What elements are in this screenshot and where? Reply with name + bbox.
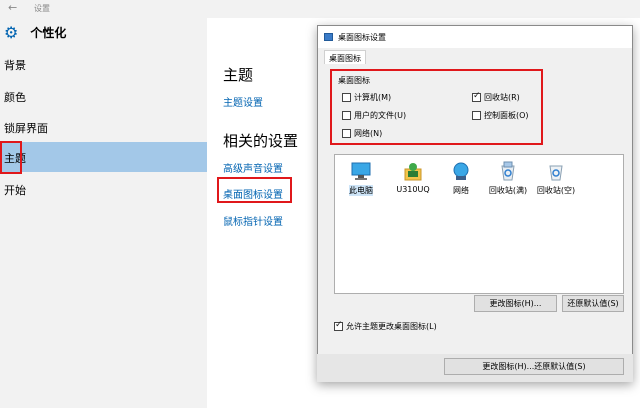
recycle-bin-empty-icon — [549, 165, 563, 181]
icon-network[interactable]: 网络 — [439, 161, 483, 196]
icon-recycle-bin-full[interactable]: 回收站(满) — [486, 161, 530, 196]
network-icon — [453, 162, 469, 180]
screen: ← 设置 ⚙ 个性化 背景 颜色 锁屏界面 主题 开始 主题 主题设置 相关的设… — [0, 0, 640, 408]
icon-list: 此电脑 U310UQ 网络 回收站(满) 回收站(空) — [334, 154, 624, 294]
tab-desktop-icons[interactable]: 桌面图标 — [324, 50, 366, 64]
gear-icon: ⚙ — [4, 22, 19, 42]
sidebar-header: ⚙ 个性化 — [4, 24, 66, 41]
footer-button[interactable]: 更改图标(H)...还原默认值(S) — [444, 358, 624, 375]
mouse-pointer-link[interactable]: 鼠标指针设置 — [223, 213, 283, 228]
highlight-box-desktop-icon-link — [217, 177, 292, 203]
icon-recycle-bin-empty-label: 回收站(空) — [536, 186, 576, 195]
icon-this-pc[interactable]: 此电脑 — [339, 161, 383, 196]
highlight-box-desktop-icons-group — [330, 69, 543, 145]
computer-icon — [351, 162, 371, 180]
sidebar-item-themes[interactable]: 主题 — [0, 142, 207, 172]
icon-user-folder[interactable]: U310UQ — [391, 161, 435, 194]
checkbox-allow-themes-box[interactable] — [334, 320, 343, 331]
icon-network-label: 网络 — [453, 186, 469, 195]
theme-heading: 主题 — [223, 66, 254, 84]
sidebar-item-background[interactable]: 背景 — [0, 49, 207, 79]
checkbox-allow-themes[interactable]: 允许主题更改桌面图标(L) — [334, 320, 437, 332]
sidebar-header-label: 个性化 — [30, 26, 67, 40]
sidebar-item-start[interactable]: 开始 — [0, 174, 207, 204]
dialog-titlebar[interactable]: 桌面图标设置 — [318, 26, 632, 48]
icon-this-pc-label: 此电脑 — [349, 185, 373, 196]
advanced-sound-link[interactable]: 高级声音设置 — [223, 160, 283, 175]
dialog-title: 桌面图标设置 — [338, 32, 386, 42]
back-arrow-icon[interactable]: ← — [8, 1, 17, 14]
window-title: 设置 — [34, 4, 50, 13]
sidebar-item-colors[interactable]: 颜色 — [0, 81, 207, 111]
highlight-box-themes — [0, 141, 22, 174]
monitor-icon — [324, 33, 333, 41]
checkbox-allow-themes-label: 允许主题更改桌面图标(L) — [346, 322, 437, 331]
settings-titlebar: ← 设置 — [0, 0, 640, 18]
restore-default-button[interactable]: 还原默认值(S) — [562, 295, 624, 312]
related-settings-heading: 相关的设置 — [223, 132, 299, 150]
icon-user-folder-label: U310UQ — [396, 185, 430, 194]
user-folder-icon — [404, 163, 422, 181]
icon-recycle-bin-full-label: 回收站(满) — [488, 186, 528, 195]
sidebar-item-lock-screen[interactable]: 锁屏界面 — [0, 112, 207, 142]
recycle-bin-full-icon — [501, 161, 515, 181]
change-icon-button[interactable]: 更改图标(H)... — [474, 295, 557, 312]
icon-recycle-bin-empty[interactable]: 回收站(空) — [534, 161, 578, 196]
theme-settings-link[interactable]: 主题设置 — [223, 94, 263, 109]
